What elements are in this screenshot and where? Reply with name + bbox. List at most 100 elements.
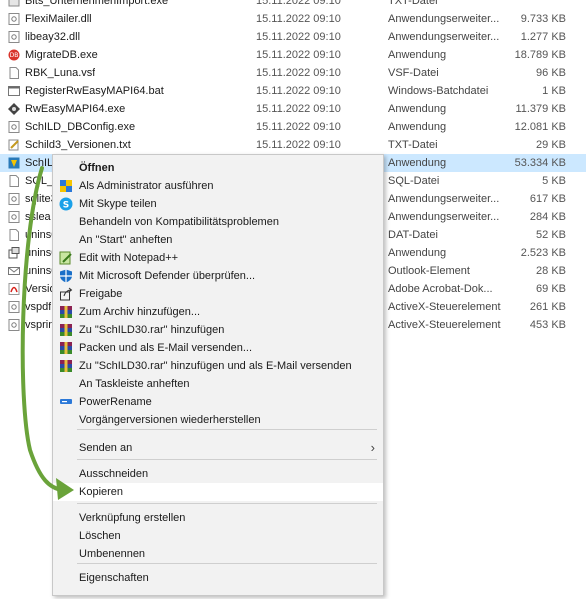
file-row[interactable]: FlexiMailer.dll 15.11.2022 09:10 Anwendung… <box>0 10 586 28</box>
file-date: 15.11.2022 09:10 <box>256 103 341 115</box>
menu-item-senden-an[interactable]: Senden an › <box>53 439 383 457</box>
file-type: Anwendungserweiter... <box>388 193 500 205</box>
file-size: 617 KB <box>529 193 566 205</box>
file-type: Adobe Acrobat-Dok... <box>388 283 493 295</box>
file-row[interactable]: DB MigrateDB.exe 15.11.2022 09:10 Anwendung… <box>0 46 586 64</box>
menu-item-als-administrator-ausführen[interactable]: Als Administrator ausführen <box>53 177 383 195</box>
pdf-icon <box>8 283 20 295</box>
file-size: 29 KB <box>536 139 566 151</box>
file-row[interactable]: libeay32.dll 15.11.2022 09:10 Anwendungser… <box>0 28 586 46</box>
context-menu: Öffnen Als Administrator ausführen S Mit Sk… <box>52 154 384 596</box>
share-icon <box>59 287 73 301</box>
powerrename-icon <box>59 395 73 409</box>
menu-item-eigenschaften[interactable]: Eigenschaften <box>53 569 383 587</box>
file-date: 15.11.2022 09:10 <box>256 121 341 133</box>
file-type: DAT-Datei <box>388 229 438 241</box>
menu-item-zu-schild30-rar-hinzufügen-und-als-e-mail-versenden[interactable]: Zu "SchILD30.rar" hinzufügen und als E-M… <box>53 357 383 375</box>
file-size: 11.379 KB <box>515 103 566 115</box>
menu-item-label: Als Administrator ausführen <box>79 180 214 192</box>
file-type: Anwendung <box>388 103 447 115</box>
schild-icon <box>8 157 20 169</box>
file-type: ActiveX-Steuerelement <box>388 301 501 313</box>
file-size: 1.277 KB <box>520 31 566 43</box>
file-size: 261 KB <box>529 301 566 313</box>
svg-text:S: S <box>63 201 69 211</box>
file-size: 52 KB <box>536 229 566 241</box>
chevron-right-icon: › <box>370 440 375 455</box>
dll-icon <box>8 301 20 313</box>
menu-item-vorgängerversionen-wiederherstellen[interactable]: Vorgängerversionen wiederherstellen <box>53 411 383 429</box>
menu-item-verknüpfung-erstellen[interactable]: Verknüpfung erstellen <box>53 509 383 527</box>
file-type: Anwendung <box>388 157 447 169</box>
defender-icon <box>59 269 73 283</box>
menu-item-label: PowerRename <box>79 396 152 408</box>
menu-item-label: Edit with Notepad++ <box>79 252 179 264</box>
file-date: 15.11.2022 09:10 <box>256 85 341 97</box>
file-size: 284 KB <box>529 211 566 223</box>
file-size: 18.789 KB <box>514 49 566 61</box>
file-row[interactable]: RegisterRwEasyMAPI64.bat 15.11.2022 09:10… <box>0 82 586 100</box>
file-size: 453 KB <box>529 319 566 331</box>
menu-item-label: Öffnen <box>79 162 115 174</box>
file-row[interactable]: SchILD_DBConfig.exe 15.11.2022 09:10 Anwen… <box>0 118 586 136</box>
menu-item-behandeln-von-kompatibilitätsproblemen[interactable]: Behandeln von Kompatibilitätsproblemen <box>53 213 383 231</box>
file-row[interactable]: RwEasyMAPI64.exe 15.11.2022 09:10 Anwendun… <box>0 100 586 118</box>
file-name: RBK_Luna.vsf <box>25 67 96 79</box>
menu-item-label: Behandeln von Kompatibilitätsproblemen <box>79 216 279 228</box>
file-type: Outlook-Element <box>388 265 470 277</box>
file-name: FlexiMailer.dll <box>25 13 92 25</box>
menu-item-label: Zum Archiv hinzufügen... <box>79 306 201 318</box>
menu-item-löschen[interactable]: Löschen <box>53 527 383 545</box>
menu-item-packen-und-als-e-mail-versenden[interactable]: Packen und als E-Mail versenden... <box>53 339 383 357</box>
file-row[interactable]: Bits_UnternehmenImport.exe 15.11.2022 09:… <box>0 0 586 10</box>
menu-item-label: Umbenennen <box>79 548 146 560</box>
file-name: Schild3_Versionen.txt <box>25 139 131 151</box>
uninstall-icon <box>8 247 20 259</box>
menu-item-label: Zu "SchILD30.rar" hinzufügen <box>79 324 225 336</box>
file-icon <box>8 67 20 79</box>
file-type: Windows-Batchdatei <box>388 85 489 97</box>
migrate-icon: DB <box>8 49 20 61</box>
file-name: vsprin <box>25 319 55 331</box>
file-date: 15.11.2022 09:10 <box>256 13 341 25</box>
shield-icon <box>59 179 73 193</box>
winrar-icon <box>59 359 73 373</box>
file-name: MigrateDB.exe <box>25 49 98 61</box>
menu-item-zum-archiv-hinzufügen[interactable]: Zum Archiv hinzufügen... <box>53 303 383 321</box>
menu-item-freigabe[interactable]: Freigabe <box>53 285 383 303</box>
menu-item-zu-schild30-rar-hinzufügen[interactable]: Zu "SchILD30.rar" hinzufügen <box>53 321 383 339</box>
menu-item-powerrename[interactable]: PowerRename <box>53 393 383 411</box>
dll-icon <box>8 193 20 205</box>
file-size: 1 KB <box>542 85 566 97</box>
menu-item-ausschneiden[interactable]: Ausschneiden <box>53 465 383 483</box>
menu-item-öffnen[interactable]: Öffnen <box>53 159 383 177</box>
file-date: 15.11.2022 09:10 <box>256 49 341 61</box>
file-type: Anwendung <box>388 247 447 259</box>
menu-item-kopieren[interactable]: Kopieren <box>53 483 383 501</box>
notepad-icon <box>59 251 73 265</box>
menu-separator <box>77 503 377 504</box>
mail-icon <box>8 265 20 277</box>
menu-separator <box>77 563 377 564</box>
menu-item-edit-with-notepad[interactable]: Edit with Notepad++ <box>53 249 383 267</box>
file-row[interactable]: Schild3_Versionen.txt 15.11.2022 09:10 TXT… <box>0 136 586 154</box>
winrar-icon <box>59 305 73 319</box>
menu-item-an-taskleiste-anheften[interactable]: An Taskleiste anheften <box>53 375 383 393</box>
menu-item-mit-skype-teilen[interactable]: S Mit Skype teilen <box>53 195 383 213</box>
file-name: sslea <box>25 211 51 223</box>
file-date: 15.11.2022 09:10 <box>256 67 341 79</box>
menu-item-an-start-anheften[interactable]: An "Start" anheften <box>53 231 383 249</box>
menu-item-mit-microsoft-defender-überprüfen[interactable]: Mit Microsoft Defender überprüfen... <box>53 267 383 285</box>
dll-icon <box>8 211 20 223</box>
file-name: Bits_UnternehmenImport.exe <box>25 0 169 7</box>
winrar-icon <box>59 341 73 355</box>
gear-icon <box>8 103 20 115</box>
menu-item-label: Freigabe <box>79 288 123 300</box>
file-date: 15.11.2022 09:10 <box>256 31 341 43</box>
file-row[interactable]: RBK_Luna.vsf 15.11.2022 09:10 VSF-Datei 96 … <box>0 64 586 82</box>
menu-item-umbenennen[interactable]: Umbenennen <box>53 545 383 563</box>
file-type: Anwendungserweiter... <box>388 31 500 43</box>
svg-text:DB: DB <box>10 52 19 59</box>
dll-icon <box>8 121 20 133</box>
menu-item-label: Senden an <box>79 442 133 454</box>
